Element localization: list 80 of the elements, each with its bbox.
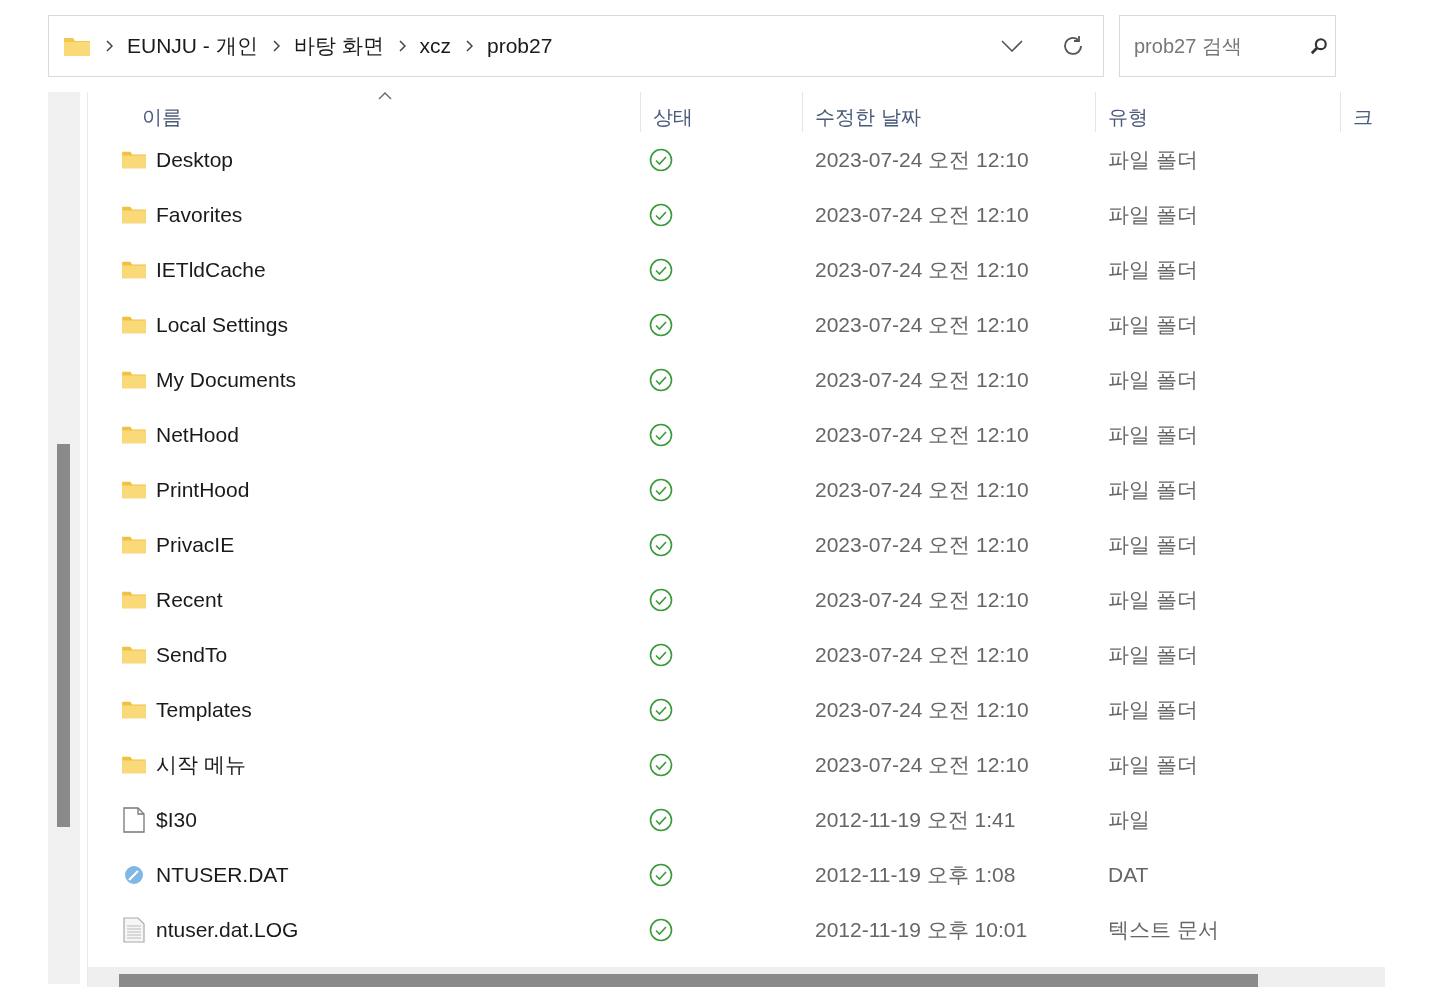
modified-date: 2023-07-24 오전 12:10	[815, 641, 1029, 668]
scrollbar-thumb[interactable]	[57, 444, 70, 827]
file-type: 파일 폴더	[1108, 696, 1198, 723]
file-type: 파일 폴더	[1108, 476, 1198, 503]
folder-icon	[120, 754, 148, 775]
file-name[interactable]: Desktop	[156, 147, 234, 172]
modified-date: 2023-07-24 오전 12:10	[815, 696, 1029, 723]
file-name[interactable]: My Documents	[156, 367, 297, 392]
chevron-icon	[271, 40, 280, 52]
file-type: 파일 폴더	[1108, 641, 1198, 668]
file-name[interactable]: PrintHood	[156, 477, 250, 502]
breadcrumb-item[interactable]: EUNJU - 개인	[127, 32, 258, 60]
file-name[interactable]: Templates	[156, 697, 252, 722]
folder-icon	[120, 479, 148, 500]
modified-date: 2023-07-24 오전 12:10	[815, 751, 1029, 778]
file-name[interactable]: NTUSER.DAT	[156, 862, 289, 887]
breadcrumb-item[interactable]: 바탕 화면	[293, 32, 384, 60]
search-icon	[1310, 37, 1328, 55]
file-type: 파일 폴더	[1108, 201, 1198, 228]
column-header[interactable]: 크	[1341, 103, 1373, 131]
modified-date: 2023-07-24 오전 12:10	[815, 256, 1029, 283]
modified-date: 2023-07-24 오전 12:10	[815, 366, 1029, 393]
file-type: 파일 폴더	[1108, 586, 1198, 613]
search-field[interactable]: prob27 검색	[1119, 15, 1336, 77]
column-header[interactable]: 상태	[641, 103, 693, 131]
folder-icon	[120, 259, 148, 280]
file-type: 파일 폴더	[1108, 751, 1198, 778]
folder-icon	[120, 424, 148, 445]
column-header[interactable]: 수정한 날짜	[803, 103, 921, 131]
column-header[interactable]: 유형	[1096, 103, 1148, 131]
file-name[interactable]: IETldCache	[156, 257, 266, 282]
modified-date: 2023-07-24 오전 12:10	[815, 476, 1029, 503]
file-type: DAT	[1108, 862, 1149, 887]
folder-icon	[120, 699, 148, 720]
modified-date: 2012-11-19 오후 10:01	[815, 916, 1028, 943]
file-name[interactable]: Favorites	[156, 202, 243, 227]
file-type: 파일 폴더	[1108, 256, 1198, 283]
scrollbar-thumb[interactable]	[119, 974, 1258, 987]
modified-date: 2012-11-19 오전 1:41	[815, 806, 1016, 833]
modified-date: 2023-07-24 오전 12:10	[815, 531, 1029, 558]
modified-date: 2012-11-19 오후 1:08	[815, 861, 1016, 888]
chevron-icon	[465, 40, 473, 52]
file-name[interactable]: Local Settings	[156, 312, 288, 337]
modified-date: 2023-07-24 오전 12:10	[815, 421, 1029, 448]
file-name[interactable]: $I30	[156, 807, 197, 832]
folder-icon	[120, 314, 148, 335]
file-name[interactable]: PrivacIE	[156, 532, 235, 557]
file-type: 파일 폴더	[1108, 146, 1198, 173]
folder-icon	[120, 149, 148, 170]
file-type: 파일	[1108, 806, 1150, 833]
folder-icon	[120, 369, 148, 390]
file-type: 파일 폴더	[1108, 366, 1198, 393]
address-bar[interactable]: EUNJU - 개인 바탕 화면 xcz prob27	[48, 15, 1104, 77]
modified-date: 2023-07-24 오전 12:10	[815, 146, 1029, 173]
folder-icon	[120, 589, 148, 610]
folder-icon	[120, 204, 148, 225]
dropdown-icon[interactable]	[1001, 40, 1023, 52]
file-name[interactable]: SendTo	[156, 642, 228, 667]
breadcrumb-item[interactable]: prob27	[487, 34, 553, 58]
chevron-icon	[397, 40, 406, 52]
column-header[interactable]: 이름	[88, 103, 182, 131]
modified-date: 2023-07-24 오전 12:10	[815, 201, 1029, 228]
file-type: 텍스트 문서	[1108, 916, 1219, 943]
folder-icon	[120, 644, 148, 665]
file-type: 파일 폴더	[1108, 421, 1198, 448]
file-name[interactable]: 시작 메뉴	[156, 750, 246, 779]
text-file-icon	[120, 916, 148, 943]
chevron-icon	[105, 40, 113, 52]
breadcrumb-item[interactable]: xcz	[419, 34, 451, 58]
modified-date: 2023-07-24 오전 12:10	[815, 311, 1029, 338]
refresh-icon[interactable]	[1061, 34, 1085, 58]
file-type: 파일 폴더	[1108, 531, 1198, 558]
file-name[interactable]: Recent	[156, 587, 223, 612]
file-name[interactable]: ntuser.dat.LOG	[156, 917, 299, 942]
file-name[interactable]: NetHood	[156, 422, 239, 447]
file-type: 파일 폴더	[1108, 311, 1198, 338]
file-icon	[120, 806, 148, 833]
folder-icon	[63, 35, 91, 57]
folder-icon	[120, 534, 148, 555]
modified-date: 2023-07-24 오전 12:10	[815, 586, 1029, 613]
